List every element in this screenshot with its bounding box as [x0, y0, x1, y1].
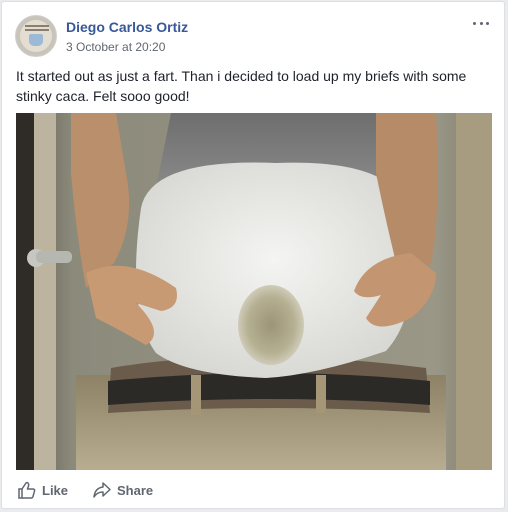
more-dot	[486, 21, 489, 25]
feed-post: Diego Carlos Ortiz 3 October at 20:20 It…	[1, 1, 505, 509]
share-label: Share	[117, 482, 154, 498]
post-photo[interactable]	[16, 113, 492, 470]
more-dot	[473, 21, 476, 25]
more-options-icon[interactable]	[473, 17, 489, 29]
like-label: Like	[42, 482, 69, 498]
post-header: Diego Carlos Ortiz 3 October at 20:20	[15, 15, 491, 59]
avatar[interactable]	[15, 15, 57, 57]
post-photo-illustration	[16, 113, 492, 470]
author-name[interactable]: Diego Carlos Ortiz	[66, 19, 188, 35]
like-button[interactable]: Like	[17, 476, 68, 504]
avatar-cup-icon	[29, 34, 43, 46]
more-dot	[479, 21, 483, 25]
thumbs-up-icon	[18, 481, 36, 499]
avatar-text-mark	[25, 25, 49, 27]
share-button[interactable]: Share	[92, 476, 153, 504]
post-actions: Like Share	[15, 476, 491, 504]
share-arrow-icon	[93, 482, 111, 498]
post-message: It started out as just a fart. Than i de…	[16, 68, 467, 104]
post-timestamp[interactable]: 3 October at 20:20	[66, 40, 165, 54]
